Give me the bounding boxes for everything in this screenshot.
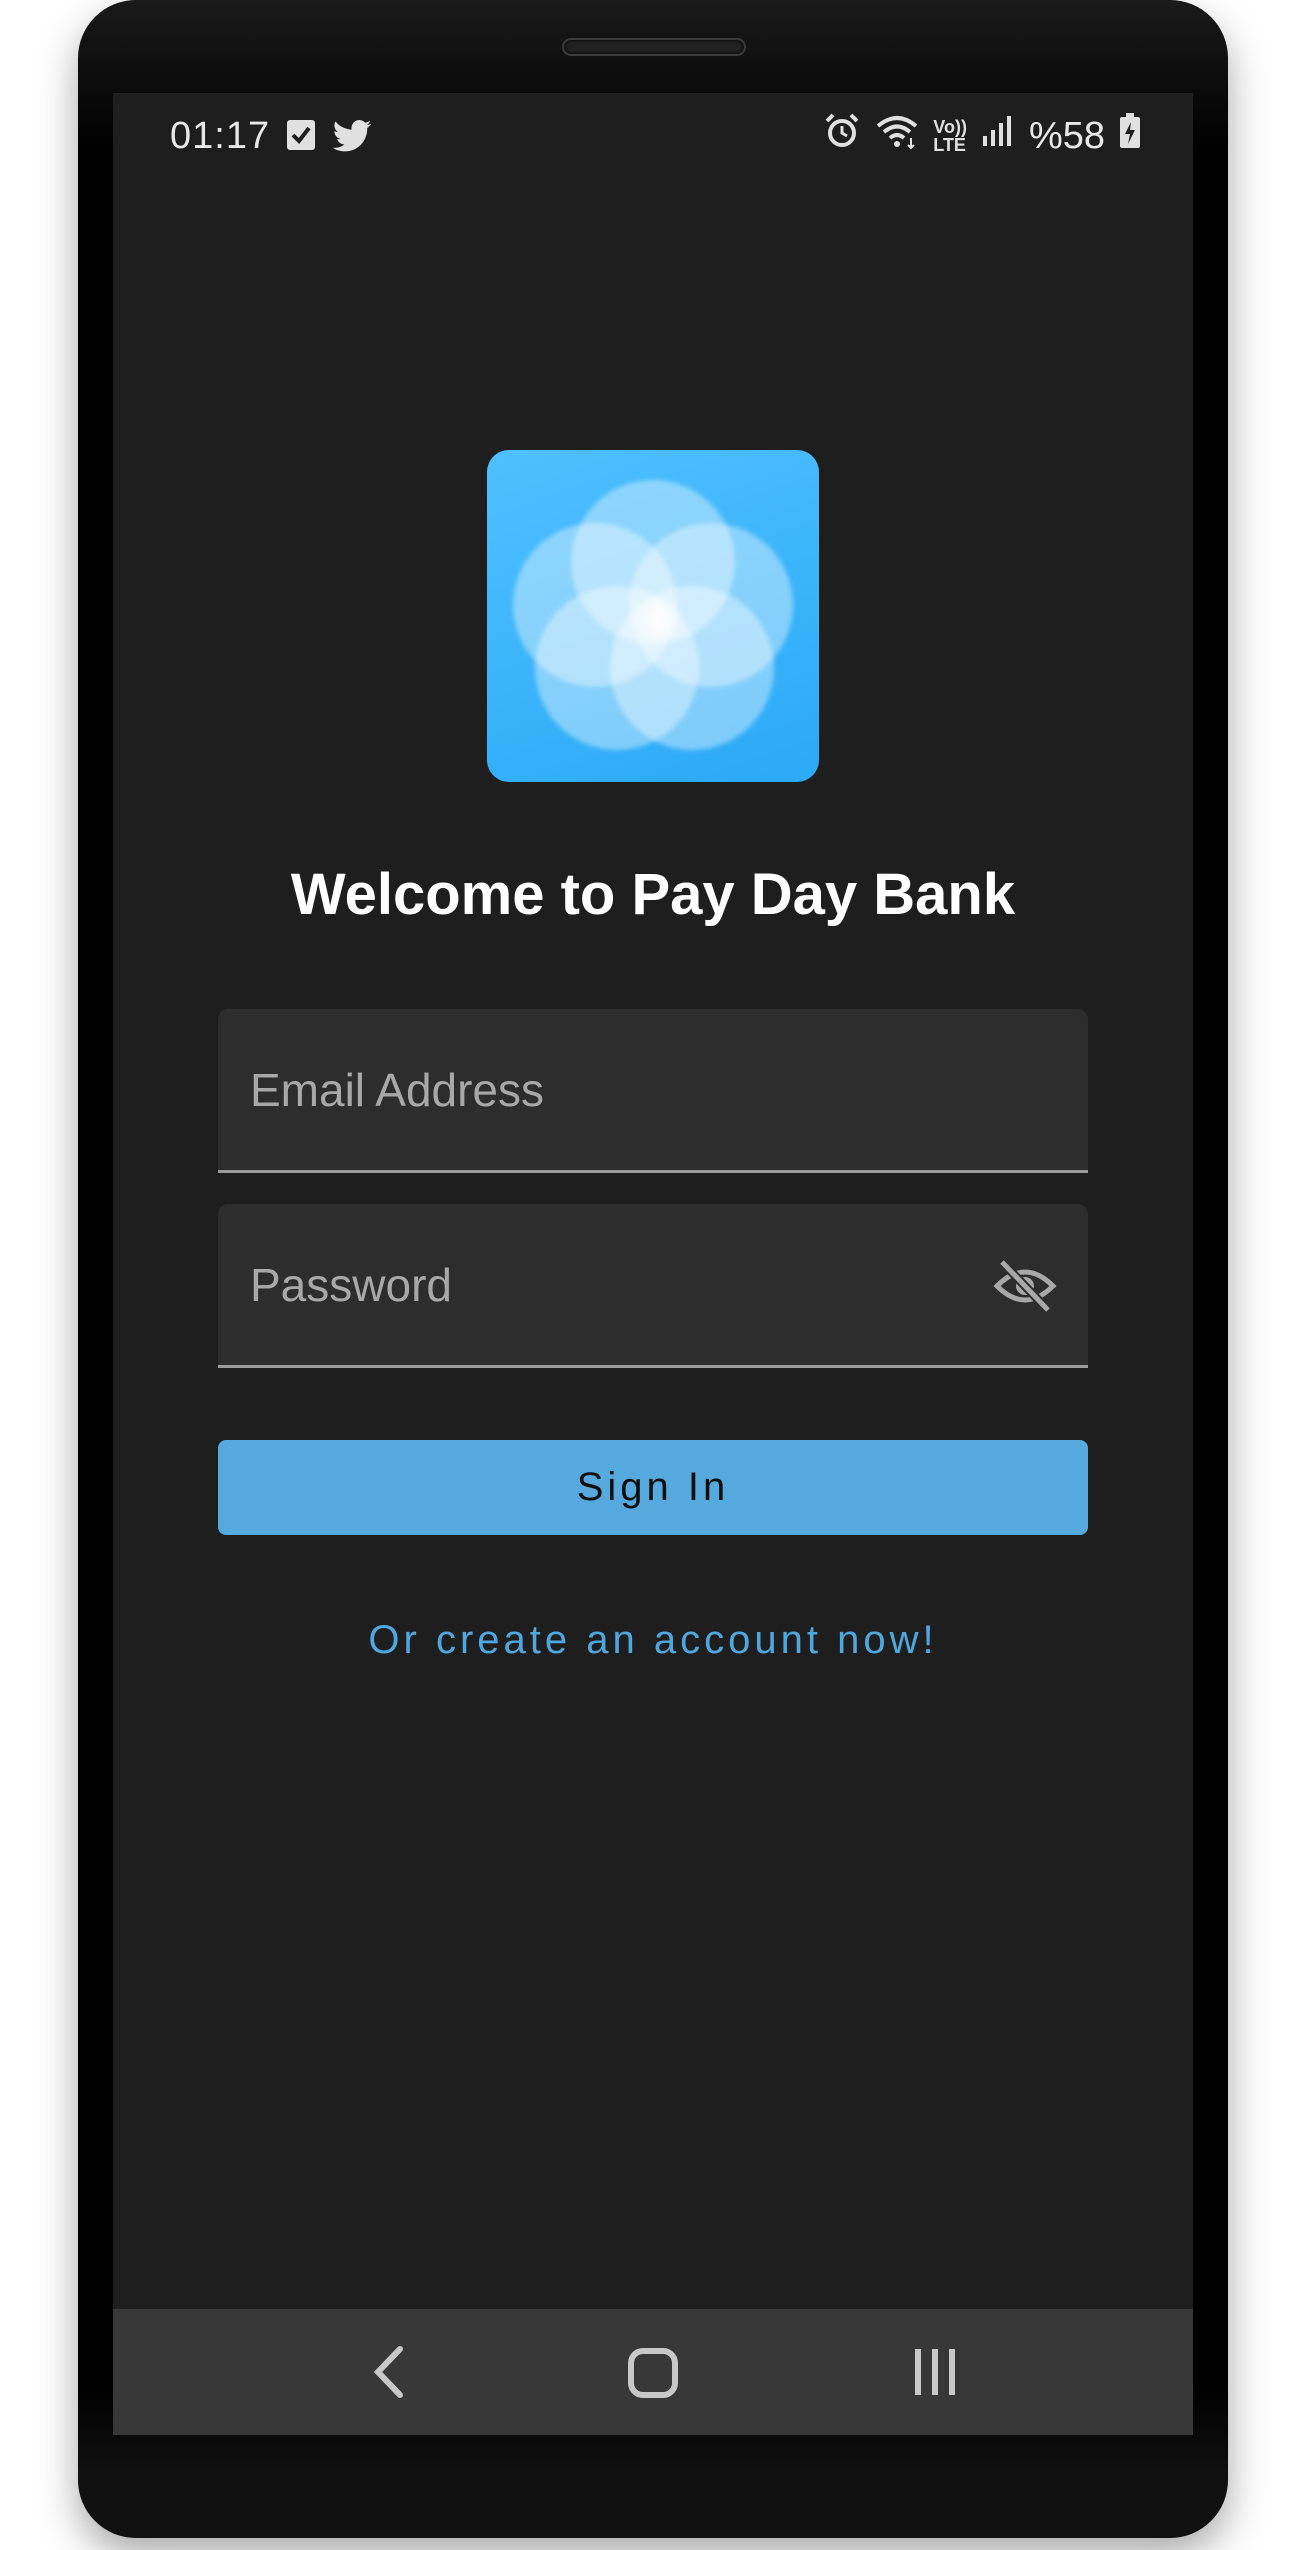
back-icon[interactable]: [350, 2337, 430, 2407]
sign-in-button[interactable]: Sign In: [218, 1440, 1088, 1535]
volte-top-label: Vo)): [933, 117, 967, 137]
alarm-icon: [823, 112, 861, 160]
status-time: 01:17: [170, 115, 271, 157]
email-input[interactable]: [218, 1009, 1088, 1170]
welcome-title: Welcome to Pay Day Bank: [290, 862, 1016, 927]
status-bar: 01:17 Vo)) LTE %58: [113, 93, 1193, 177]
phone-chin: [78, 2468, 1228, 2538]
volte-bottom-label: LTE: [933, 135, 966, 155]
flower-logo-icon: [487, 450, 819, 782]
app-screen: 01:17 Vo)) LTE %58 Welcome to Pay Day Ba…: [113, 93, 1193, 2435]
volte-icon: Vo)) LTE: [933, 118, 967, 154]
recents-icon[interactable]: [895, 2337, 975, 2407]
status-right-group: Vo)) LTE %58: [823, 111, 1141, 161]
system-nav-bar: [113, 2309, 1193, 2435]
phone-speaker: [562, 38, 746, 56]
create-account-link[interactable]: Or create an account now!: [113, 1618, 1193, 1663]
password-field-container: [218, 1204, 1088, 1368]
home-icon[interactable]: [613, 2337, 693, 2407]
email-field-container: [218, 1009, 1088, 1173]
battery-percent: %58: [1028, 114, 1105, 157]
twitter-icon: [332, 119, 372, 162]
wifi-icon: [875, 112, 919, 160]
eye-off-icon[interactable]: [992, 1256, 1058, 1316]
signal-icon: [981, 114, 1015, 158]
battery-charging-icon: [1119, 113, 1141, 159]
task-check-icon: [286, 117, 316, 161]
password-input[interactable]: [218, 1204, 1088, 1365]
